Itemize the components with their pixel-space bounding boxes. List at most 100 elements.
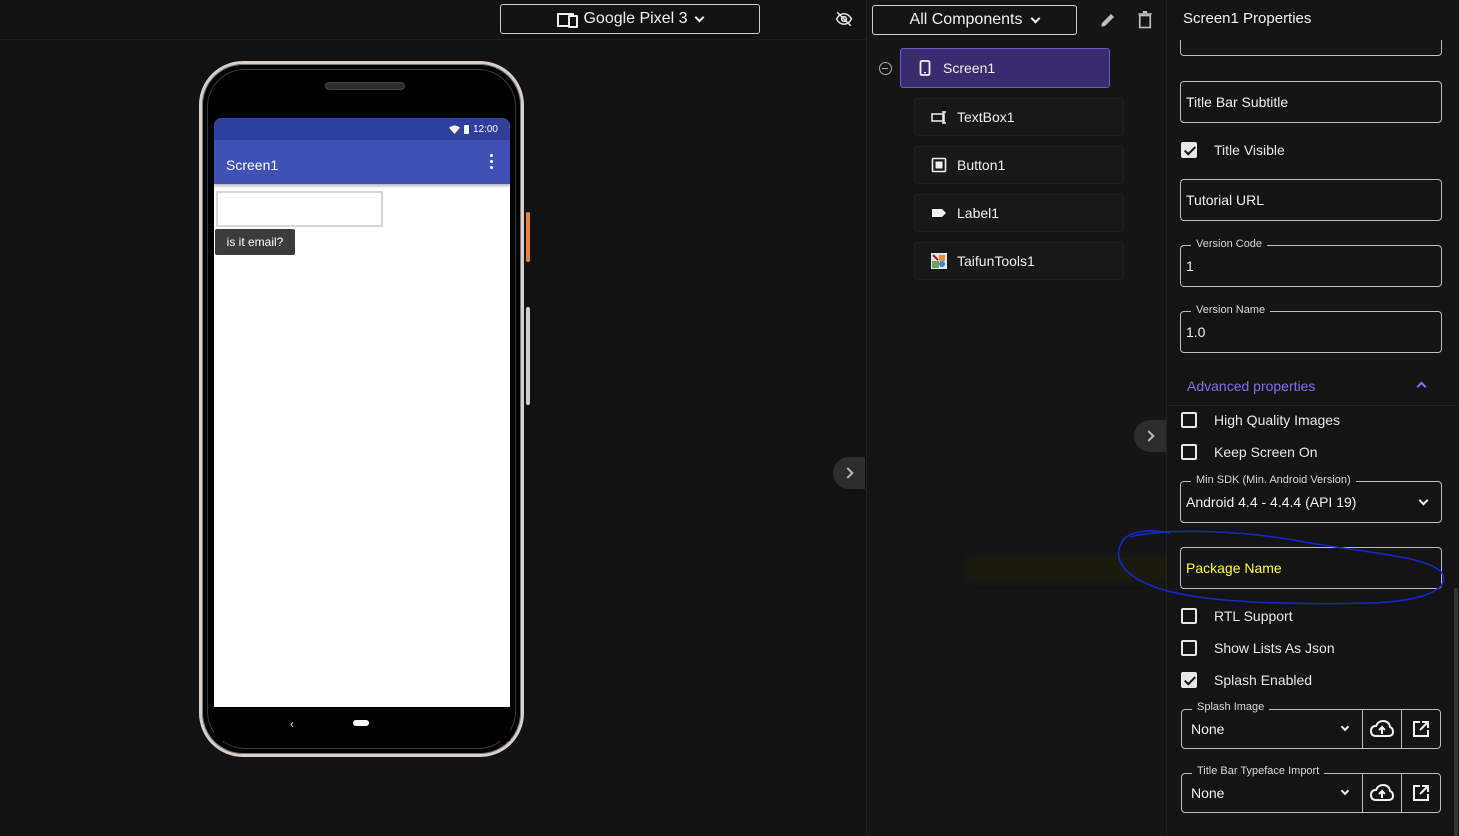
home-pill-icon (353, 720, 369, 726)
show-lists-as-json-checkbox[interactable] (1181, 640, 1197, 656)
collapse-viewer-button[interactable] (833, 457, 865, 489)
device-select-label: Google Pixel 3 (583, 10, 688, 27)
min-sdk-label: Min SDK (Min. Android Version) (1191, 474, 1356, 486)
button-preview[interactable]: is it email? (215, 229, 295, 255)
splash-image-row: Splash Image None (1181, 701, 1441, 749)
title-visible-checkbox[interactable] (1181, 142, 1197, 158)
version-code-field[interactable]: Version Code 1 (1180, 238, 1442, 287)
title-bar-subtitle-field[interactable]: Title Bar Subtitle (1180, 81, 1442, 123)
version-code-value: 1 (1186, 258, 1194, 274)
chevron-down-icon (1031, 13, 1041, 23)
eye-off-icon[interactable] (834, 10, 854, 28)
tree-item-taifuntools1[interactable]: TaifunTools1 (914, 242, 1124, 280)
title-bar-subtitle-placeholder: Title Bar Subtitle (1186, 94, 1289, 110)
screen-title: Screen1 (226, 157, 279, 173)
tree-item-label: TaifunTools1 (957, 253, 1035, 269)
rtl-support-row[interactable]: RTL Support (1181, 606, 1293, 626)
overflow-menu-icon (490, 154, 494, 170)
app-title-bar: Screen1 (214, 140, 510, 184)
chevron-down-icon (1340, 722, 1350, 732)
splash-enabled-checkbox[interactable] (1181, 672, 1197, 688)
title-visible-checkbox-row[interactable]: Title Visible (1181, 140, 1285, 160)
chevron-down-icon (1418, 495, 1429, 505)
version-name-label: Version Name (1191, 304, 1271, 316)
show-lists-as-json-label: Show Lists As Json (1214, 640, 1335, 656)
tree-item-label: Screen1 (943, 60, 996, 76)
chevron-right-icon (1142, 430, 1155, 442)
title-bar-typeface-select[interactable]: Title Bar Typeface Import None (1182, 765, 1362, 812)
min-sdk-value: Android 4.4 - 4.4.4 (API 19) (1186, 494, 1357, 510)
pencil-icon[interactable] (1099, 11, 1117, 29)
tree-item-label: Button1 (957, 157, 1006, 173)
open-external-button[interactable] (1401, 710, 1440, 748)
high-quality-images-checkbox[interactable] (1181, 412, 1197, 428)
phone-icon (919, 60, 931, 76)
phone-nav-bar: ‹ (214, 707, 510, 741)
cloud-upload-icon (1370, 784, 1394, 801)
splash-image-value: None (1191, 721, 1225, 737)
min-sdk-select[interactable]: Min SDK (Min. Android Version) Android 4… (1180, 474, 1442, 523)
title-bar-typeface-label: Title Bar Typeface Import (1192, 765, 1325, 777)
version-name-value: 1.0 (1186, 324, 1206, 340)
tree-item-label: TextBox1 (957, 109, 1015, 125)
properties-scrollbar[interactable] (1454, 588, 1458, 836)
splash-image-select[interactable]: Splash Image None (1182, 701, 1362, 748)
phone-power-button (526, 212, 530, 262)
cloud-upload-icon (1370, 720, 1394, 737)
components-filter-label: All Components (909, 11, 1023, 28)
upload-button[interactable] (1362, 710, 1401, 748)
label-icon (932, 209, 946, 217)
upload-button[interactable] (1362, 774, 1401, 812)
device-select[interactable]: Google Pixel 3 (500, 4, 760, 34)
trash-icon[interactable] (1137, 11, 1153, 29)
app-root: Google Pixel 3 12:00 Screen1 is it email… (0, 0, 1459, 836)
chevron-down-icon (694, 12, 704, 22)
textbox-icon (931, 111, 946, 124)
button-icon (931, 157, 947, 173)
tree-item-label1[interactable]: Label1 (914, 194, 1124, 232)
rtl-support-checkbox[interactable] (1181, 608, 1197, 624)
splash-enabled-row[interactable]: Splash Enabled (1181, 670, 1312, 690)
chevron-right-icon (841, 467, 854, 479)
viewer-panel: Google Pixel 3 12:00 Screen1 is it email… (0, 0, 866, 836)
high-quality-images-row[interactable]: High Quality Images (1181, 410, 1340, 430)
keep-screen-on-checkbox[interactable] (1181, 444, 1197, 460)
keep-screen-on-label: Keep Screen On (1214, 444, 1318, 460)
tree-item-textbox1[interactable]: TextBox1 (914, 98, 1124, 136)
viewer-divider (0, 39, 866, 40)
tree-item-button1[interactable]: Button1 (914, 146, 1124, 184)
components-panel: All Components Screen1 TextBox1 Button1 … (866, 0, 1166, 836)
phone-speaker-top (325, 82, 405, 90)
chevron-up-icon (1416, 381, 1427, 392)
package-name-field[interactable]: Package Name (1180, 547, 1442, 589)
tree-item-label: Label1 (957, 205, 1000, 221)
battery-icon (463, 124, 469, 134)
collapse-components-button[interactable] (1134, 420, 1166, 452)
tree-collapse-icon[interactable] (879, 62, 892, 75)
open-in-new-icon (1413, 721, 1429, 737)
phone-volume-button (526, 307, 530, 405)
status-bar: 12:00 (214, 118, 510, 140)
title-bar-typeface-row: Title Bar Typeface Import None (1181, 765, 1441, 813)
show-lists-as-json-row[interactable]: Show Lists As Json (1181, 638, 1335, 658)
components-filter-select[interactable]: All Components (872, 5, 1077, 35)
tutorial-url-field[interactable]: Tutorial URL (1180, 179, 1442, 221)
open-in-new-icon (1413, 785, 1429, 801)
version-name-field[interactable]: Version Name 1.0 (1180, 304, 1442, 353)
wifi-icon (449, 124, 460, 134)
advanced-properties-toggle[interactable]: Advanced properties (1167, 366, 1459, 406)
properties-panel: Screen1 Properties Title Bar Subtitle Ti… (1166, 0, 1459, 836)
status-time: 12:00 (472, 123, 498, 135)
title-visible-label: Title Visible (1214, 142, 1285, 158)
keep-screen-on-row[interactable]: Keep Screen On (1181, 442, 1318, 462)
textbox-preview[interactable] (216, 191, 383, 227)
properties-title: Screen1 Properties (1183, 10, 1312, 27)
open-external-button[interactable] (1401, 774, 1440, 812)
devices-icon (557, 12, 579, 28)
tutorial-url-placeholder: Tutorial URL (1186, 192, 1265, 208)
extension-icon (931, 253, 947, 269)
phone-mockup: 12:00 Screen1 is it email? ‹ (199, 61, 530, 757)
tree-item-screen1[interactable]: Screen1 (900, 48, 1110, 88)
rtl-support-label: RTL Support (1214, 608, 1293, 624)
chevron-down-icon (1340, 786, 1350, 796)
